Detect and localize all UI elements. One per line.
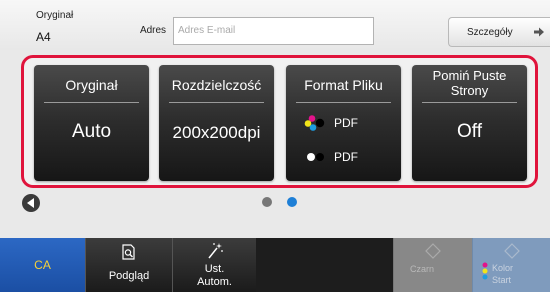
card-title-skip-blank-line2: Strony: [450, 83, 489, 98]
bw-dots-icon: [307, 153, 324, 161]
card-divider: [422, 102, 517, 103]
color-start-label: Kolor Start: [492, 262, 513, 286]
scan-settings-screen: Oryginał A4 Adres Adres E-mail Szczegóły…: [0, 0, 550, 292]
diamond-icon: [504, 243, 520, 259]
clear-all-button[interactable]: CA: [0, 238, 85, 292]
preview-button[interactable]: Podgląd: [85, 238, 172, 292]
clear-all-label: CA: [34, 258, 51, 272]
top-bar: Oryginał A4 Adres Adres E-mail Szczegóły: [0, 0, 550, 50]
color-dots-icon: [482, 262, 488, 280]
card-title-file-format: Format Pliku: [304, 77, 383, 93]
file-format-setting-card[interactable]: Format Pliku PDF PDF: [286, 65, 401, 181]
card-title-resolution: Rozdzielczość: [171, 77, 262, 93]
color-format-label: PDF: [334, 116, 358, 130]
diamond-icon: [425, 243, 441, 259]
color-start-label-line2: Start: [492, 275, 512, 285]
card-divider: [296, 102, 391, 103]
card-value-skip-blank: Off: [457, 121, 482, 142]
black-start-button[interactable]: Czarn: [393, 238, 472, 292]
card-divider: [169, 102, 264, 103]
details-button[interactable]: Szczegóły: [448, 17, 550, 47]
color-start-label-line1: Kolor: [492, 263, 514, 273]
card-title-skip-blank: Pomiń Puste Strony: [412, 68, 527, 98]
card-title-skip-blank-line1: Pomiń Puste: [432, 68, 507, 83]
page-indicator-dot-2[interactable]: [287, 197, 297, 207]
auto-setup-label-line2: Autom.: [197, 276, 232, 288]
card-value-original: Auto: [71, 121, 112, 142]
card-value-resolution: 200x200dpi: [172, 123, 261, 142]
address-label: Adres: [139, 25, 167, 36]
arrow-right-icon: [534, 27, 544, 37]
auto-setup-button[interactable]: Ust. Autom.: [172, 238, 256, 292]
color-start-button[interactable]: Kolor Start: [472, 238, 550, 292]
magic-wand-icon: [208, 243, 223, 259]
page-indicator-dot-1[interactable]: [262, 197, 272, 207]
resolution-setting-card[interactable]: Rozdzielczość 200x200dpi: [159, 65, 274, 181]
original-label: Oryginał: [36, 10, 74, 21]
email-address-input[interactable]: Adres E-mail: [173, 17, 374, 45]
preview-icon: [122, 244, 135, 260]
bw-format-label: PDF: [334, 150, 358, 164]
back-button[interactable]: [22, 194, 40, 212]
skip-blank-pages-setting-card[interactable]: Pomiń Puste Strony Off: [412, 65, 527, 181]
auto-setup-label: Ust. Autom.: [173, 263, 256, 289]
card-title-original: Oryginał: [65, 77, 118, 93]
black-start-label: Czarn: [410, 264, 435, 274]
original-setting-card[interactable]: Oryginał Auto: [34, 65, 149, 181]
preview-label: Podgląd: [108, 270, 150, 282]
color-dots-icon: [304, 115, 325, 131]
auto-setup-label-line1: Ust.: [204, 263, 225, 275]
back-arrow-icon: [27, 198, 34, 208]
card-divider: [44, 102, 139, 103]
original-size-value[interactable]: A4: [36, 30, 51, 44]
details-button-label: Szczegóły: [467, 27, 513, 38]
